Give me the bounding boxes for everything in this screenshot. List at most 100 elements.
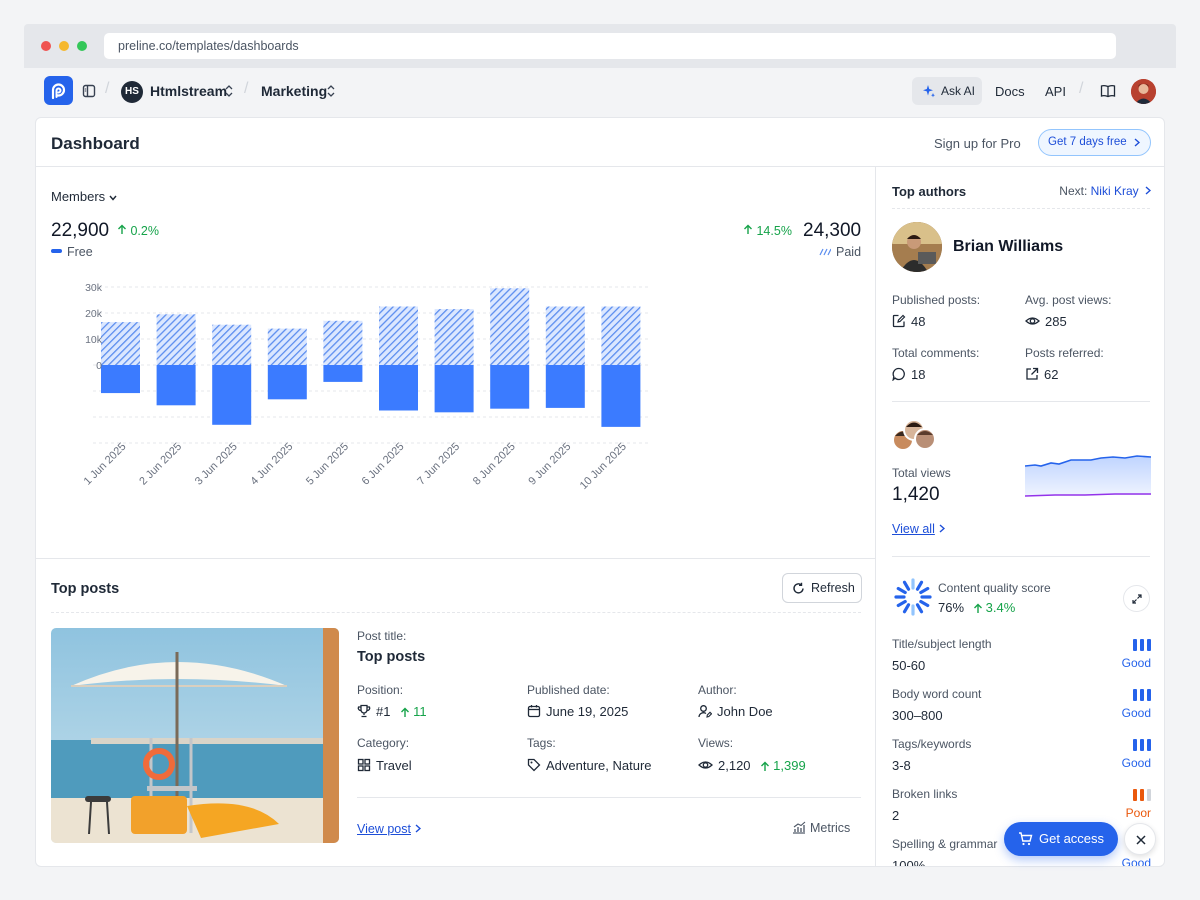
- quality-row-value: 50-60: [892, 658, 926, 673]
- chevron-down-icon: [109, 195, 117, 201]
- get-access-button[interactable]: Get access: [1004, 822, 1118, 856]
- maximize-window-icon[interactable]: [77, 41, 87, 51]
- trial-label: Get 7 days free: [1048, 136, 1127, 148]
- user-avatar[interactable]: [1131, 79, 1156, 104]
- position-trend-value: 11: [413, 704, 427, 719]
- next-label: Next:: [1059, 184, 1088, 198]
- free-bar[interactable]: [323, 365, 363, 382]
- paid-bar[interactable]: [545, 306, 585, 366]
- post-thumbnail[interactable]: [51, 628, 339, 843]
- chevron-up-down-icon[interactable]: [224, 84, 234, 98]
- y-tick-label: 10k: [85, 334, 103, 346]
- metrics-label: Metrics: [810, 821, 851, 835]
- calendar-icon: [527, 705, 541, 718]
- spinner-segment: [915, 603, 924, 614]
- quality-score-value: 76%: [938, 600, 965, 615]
- signup-link[interactable]: Sign up for Pro: [934, 136, 1021, 151]
- quality-row-value: 2: [892, 808, 900, 823]
- paid-members-trend: 14.5%: [743, 224, 792, 238]
- chevron-right-icon: [1134, 138, 1140, 147]
- x-tick-label: 5 Jun 2025: [304, 441, 351, 488]
- spinner-segment: [902, 580, 911, 591]
- free-bar[interactable]: [267, 365, 307, 400]
- members-dropdown[interactable]: Members: [51, 189, 117, 204]
- quality-level-segment: [1147, 789, 1151, 801]
- free-bar[interactable]: [601, 365, 641, 427]
- paid-bar[interactable]: [156, 314, 196, 365]
- free-bar[interactable]: [379, 365, 418, 411]
- paid-bar[interactable]: [323, 320, 363, 365]
- close-window-icon[interactable]: [41, 41, 51, 51]
- eye-icon: [1025, 317, 1040, 325]
- chevron-right-icon: [1145, 186, 1152, 195]
- x-tick-label: 3 Jun 2025: [193, 441, 240, 488]
- ask-ai-button[interactable]: Ask AI: [912, 77, 982, 105]
- project-switcher[interactable]: Marketing: [261, 83, 327, 99]
- category-value: Travel: [357, 758, 412, 773]
- paid-bar[interactable]: [601, 306, 641, 366]
- author-name: Brian Williams: [953, 238, 1064, 255]
- view-all-link[interactable]: View all: [892, 522, 945, 536]
- paid-bar[interactable]: [490, 288, 530, 365]
- close-icon: [1136, 835, 1146, 845]
- viewer-avatars: [892, 419, 936, 451]
- quality-trend-value: 3.4%: [985, 600, 1016, 615]
- close-promo-button[interactable]: [1124, 823, 1156, 855]
- paid-bar[interactable]: [101, 322, 140, 365]
- free-bar[interactable]: [212, 365, 252, 425]
- paid-bar[interactable]: [212, 324, 252, 365]
- free-bar[interactable]: [490, 365, 530, 409]
- api-link[interactable]: API: [1045, 84, 1066, 99]
- author-avatar[interactable]: [892, 222, 942, 272]
- workspace-avatar[interactable]: HS: [121, 81, 143, 103]
- quality-row-status: Good: [1121, 656, 1151, 670]
- free-bar[interactable]: [156, 365, 196, 406]
- book-icon[interactable]: [1100, 84, 1116, 98]
- quality-row-status: Poor: [1125, 806, 1151, 820]
- next-author-link[interactable]: Next: Niki Kray: [1059, 184, 1152, 198]
- sidebar-toggle-icon[interactable]: [82, 84, 96, 98]
- nav-separator: /: [1079, 80, 1084, 97]
- free-members-value: 22,900: [51, 220, 110, 241]
- paid-bar[interactable]: [379, 306, 418, 366]
- chevron-right-icon: [939, 524, 945, 533]
- top-navigation: / HS Htmlstream / Marketing Ask AI Docs …: [24, 68, 1176, 116]
- page-title: Dashboard: [51, 134, 140, 153]
- view-post-link[interactable]: View post: [357, 822, 422, 836]
- quality-row-value: 3-8: [892, 758, 911, 773]
- refresh-button[interactable]: Refresh: [782, 573, 862, 603]
- free-bar[interactable]: [434, 365, 474, 413]
- free-bar[interactable]: [545, 365, 585, 408]
- avg-views-count: 285: [1045, 314, 1067, 329]
- quality-row-label: Spelling & grammar: [892, 837, 998, 851]
- brand-logo[interactable]: [44, 76, 73, 105]
- address-bar[interactable]: preline.co/templates/dashboards: [104, 33, 1116, 59]
- paid-bar[interactable]: [267, 328, 307, 365]
- quality-row-label: Title/subject length: [892, 637, 992, 651]
- free-bar[interactable]: [101, 365, 140, 394]
- total-comments-count: 18: [911, 367, 926, 382]
- metrics-button[interactable]: Metrics: [792, 821, 850, 835]
- spinner-segment: [896, 586, 907, 595]
- minimize-window-icon[interactable]: [59, 41, 69, 51]
- quality-spinner-icon: [894, 578, 932, 616]
- paid-legend: Paid: [819, 245, 861, 259]
- docs-link[interactable]: Docs: [995, 84, 1025, 99]
- views-value: 2,120 1,399: [698, 758, 806, 773]
- chevron-up-down-icon[interactable]: [326, 84, 336, 98]
- posts-referred-value: 62: [1025, 367, 1058, 382]
- published-posts-label: Published posts:: [892, 293, 981, 307]
- total-views-value: 1,420: [892, 484, 940, 505]
- trial-button[interactable]: Get 7 days free: [1038, 129, 1151, 156]
- refresh-label: Refresh: [811, 581, 855, 595]
- quality-level-segment: [1140, 789, 1144, 801]
- x-tick-label: 6 Jun 2025: [360, 441, 407, 488]
- workspace-switcher[interactable]: Htmlstream: [150, 83, 227, 99]
- x-tick-label: 8 Jun 2025: [471, 441, 518, 488]
- x-tick-label: 9 Jun 2025: [526, 441, 573, 488]
- author-name: John Doe: [717, 704, 773, 719]
- paid-bar[interactable]: [434, 309, 474, 365]
- author-value: John Doe: [698, 704, 773, 719]
- expand-button[interactable]: [1123, 585, 1150, 612]
- views-sparkline: [1025, 455, 1151, 497]
